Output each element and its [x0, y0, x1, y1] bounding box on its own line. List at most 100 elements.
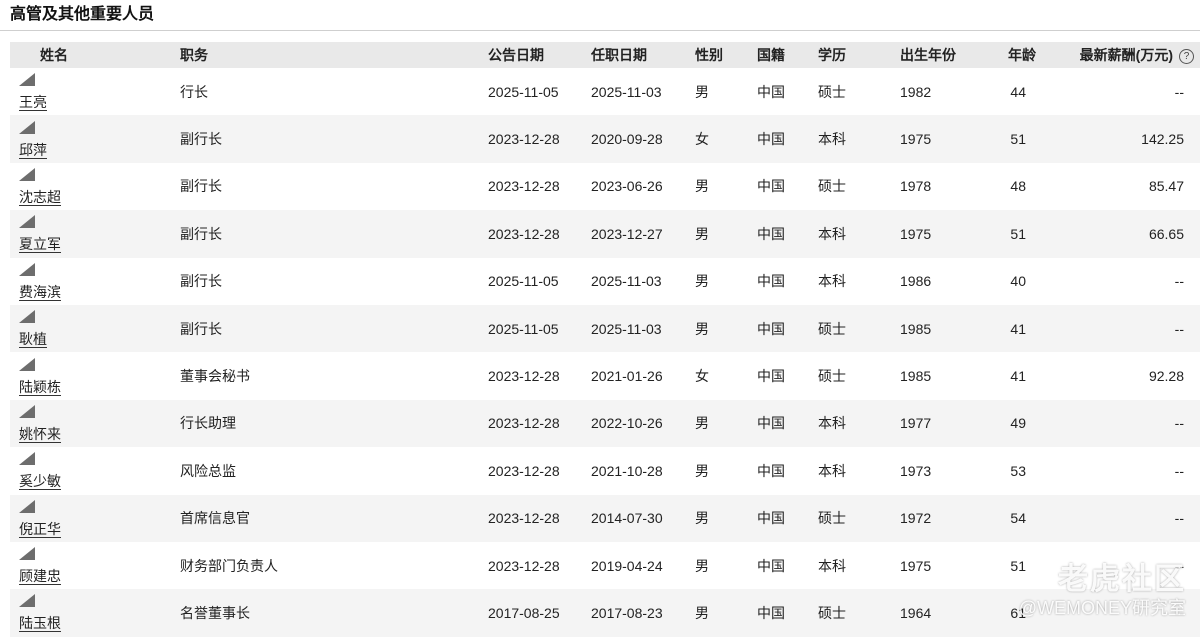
position-cell: 副行长 — [180, 225, 222, 242]
age-cell: 54 — [1010, 510, 1026, 527]
nationality-cell: 中国 — [757, 462, 785, 479]
position-cell: 董事会秘书 — [180, 368, 250, 385]
header-announce-date[interactable]: 公告日期 — [488, 42, 591, 68]
announce-date-cell: 2023-12-28 — [488, 462, 560, 479]
person-name-link[interactable]: 奚少敏 — [19, 473, 61, 491]
education-cell: 本科 — [818, 273, 846, 290]
appoint-date-cell: 2020-09-28 — [591, 131, 663, 148]
nationality-cell: 中国 — [757, 368, 785, 385]
announce-date-cell: 2023-12-28 — [488, 368, 560, 385]
watermark-logo: 老虎社区 — [1058, 563, 1186, 596]
announce-date-cell: 2023-12-28 — [488, 557, 560, 574]
name-cell: 陆颖栋 — [10, 352, 180, 399]
birth-year-cell: 1978 — [900, 178, 932, 195]
expand-triangle-icon[interactable] — [19, 262, 35, 276]
person-name-link[interactable]: 陆颖栋 — [19, 379, 61, 396]
birth-year-cell: 1973 — [900, 462, 932, 479]
appoint-date-cell: 2017-08-23 — [591, 604, 663, 621]
birth-year-cell: 1982 — [900, 83, 932, 100]
age-cell: 51 — [1010, 225, 1026, 242]
header-position[interactable]: 职务 — [180, 42, 488, 68]
gender-cell: 男 — [695, 320, 709, 337]
table-row: 倪正华 首席信息官 2023-12-28 2014-07-30 男 中国 硕士 … — [10, 494, 1200, 542]
nationality-cell: 中国 — [757, 273, 785, 290]
announce-date-cell: 2025-11-05 — [488, 83, 559, 100]
salary-cell: 85.47 — [1148, 178, 1184, 195]
gender-cell: 男 — [695, 510, 709, 527]
gender-cell: 男 — [695, 225, 709, 242]
birth-year-cell: 1975 — [900, 131, 932, 148]
help-icon[interactable]: ? — [1179, 49, 1194, 64]
birth-year-cell: 1977 — [900, 415, 932, 432]
header-salary[interactable]: 最新薪酬(万元)? — [1036, 42, 1200, 68]
table-row: 陆颖栋 董事会秘书 2023-12-28 2021-01-26 女 中国 硕士 … — [10, 352, 1200, 400]
birth-year-cell: 1986 — [900, 273, 932, 290]
education-cell: 硕士 — [818, 368, 846, 385]
expand-triangle-icon[interactable] — [19, 120, 35, 134]
person-name-link[interactable]: 耿植 — [19, 331, 47, 349]
title-divider — [0, 30, 1200, 31]
education-cell: 本科 — [818, 415, 846, 432]
header-nationality[interactable]: 国籍 — [757, 42, 818, 68]
appoint-date-cell: 2021-01-26 — [591, 368, 663, 385]
expand-triangle-icon[interactable] — [19, 357, 35, 371]
position-cell: 副行长 — [180, 131, 222, 148]
expand-triangle-icon[interactable] — [19, 594, 35, 608]
person-name-link[interactable]: 邱萍 — [19, 142, 47, 159]
age-cell: 48 — [1010, 178, 1026, 195]
appoint-date-cell: 2019-04-24 — [591, 557, 663, 574]
header-age[interactable]: 年龄 — [988, 42, 1036, 68]
nationality-cell: 中国 — [757, 83, 785, 100]
person-name-link[interactable]: 费海滨 — [19, 284, 61, 301]
announce-date-cell: 2023-12-28 — [488, 510, 560, 527]
table-row: 王亮 行长 2025-11-05 2025-11-03 男 中国 硕士 1982… — [10, 68, 1200, 116]
age-cell: 41 — [1010, 320, 1026, 337]
salary-cell: -- — [1174, 462, 1184, 479]
age-cell: 53 — [1010, 462, 1026, 479]
expand-triangle-icon[interactable] — [19, 499, 35, 513]
birth-year-cell: 1975 — [900, 225, 932, 242]
name-cell: 费海滨 — [10, 258, 180, 305]
salary-cell: -- — [1174, 320, 1184, 337]
expand-triangle-icon[interactable] — [19, 310, 35, 324]
name-cell: 顾建忠 — [10, 542, 180, 589]
expand-triangle-icon[interactable] — [19, 547, 35, 561]
person-name-link[interactable]: 夏立军 — [19, 236, 61, 254]
appoint-date-cell: 2023-12-27 — [591, 225, 663, 242]
person-name-link[interactable]: 姚怀来 — [19, 426, 61, 443]
expand-triangle-icon[interactable] — [19, 73, 35, 87]
header-name[interactable]: 姓名 — [10, 42, 180, 68]
person-name-link[interactable]: 王亮 — [19, 94, 47, 112]
appoint-date-cell: 2025-11-03 — [591, 320, 662, 337]
watermark-handle: @WEMONEY研究室 — [1018, 598, 1186, 618]
gender-cell: 男 — [695, 83, 709, 100]
name-cell: 陆玉根 — [10, 589, 180, 636]
person-name-link[interactable]: 陆玉根 — [19, 615, 61, 633]
birth-year-cell: 1985 — [900, 320, 932, 337]
expand-triangle-icon[interactable] — [19, 404, 35, 418]
table-header-row: 姓名 职务 公告日期 任职日期 性别 国籍 学历 出生年份 年龄 最新薪酬(万元… — [10, 42, 1200, 68]
nationality-cell: 中国 — [757, 604, 785, 621]
age-cell: 44 — [1010, 83, 1026, 100]
education-cell: 本科 — [818, 131, 846, 148]
salary-cell: -- — [1174, 415, 1184, 432]
header-appoint-date[interactable]: 任职日期 — [591, 42, 695, 68]
gender-cell: 男 — [695, 557, 709, 574]
age-cell: 40 — [1010, 273, 1026, 290]
announce-date-cell: 2017-08-25 — [488, 604, 560, 621]
salary-cell: -- — [1174, 510, 1184, 527]
person-name-link[interactable]: 沈志超 — [19, 189, 61, 206]
person-name-link[interactable]: 顾建忠 — [19, 568, 61, 586]
header-gender[interactable]: 性别 — [695, 42, 757, 68]
expand-triangle-icon[interactable] — [19, 452, 35, 466]
header-education[interactable]: 学历 — [818, 42, 900, 68]
person-name-link[interactable]: 倪正华 — [19, 521, 61, 538]
table-row: 耿植 副行长 2025-11-05 2025-11-03 男 中国 硕士 198… — [10, 304, 1200, 353]
expand-triangle-icon[interactable] — [19, 167, 35, 181]
expand-triangle-icon[interactable] — [19, 215, 35, 229]
education-cell: 本科 — [818, 462, 846, 479]
appoint-date-cell: 2025-11-03 — [591, 273, 662, 290]
header-birth-year[interactable]: 出生年份 — [900, 42, 988, 68]
birth-year-cell: 1975 — [900, 557, 932, 574]
birth-year-cell: 1972 — [900, 510, 932, 527]
